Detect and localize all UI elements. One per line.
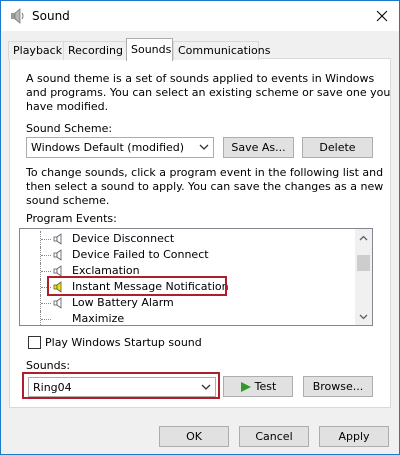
close-button[interactable]	[365, 1, 399, 31]
event-label: Device Disconnect	[72, 232, 175, 245]
ok-button[interactable]: OK	[159, 426, 229, 447]
scroll-up-button[interactable]	[355, 229, 372, 246]
speaker-icon	[52, 296, 66, 310]
window-title: Sound	[32, 9, 70, 23]
intro-text-line1: A sound theme is a set of sounds applied…	[26, 72, 375, 85]
tab-recording[interactable]: Recording	[63, 41, 127, 60]
chevron-up-icon	[359, 235, 368, 240]
list-item-instant-message-notification[interactable]: Instant Message Notification	[20, 279, 355, 295]
chevron-down-icon	[198, 142, 210, 152]
intro-text-line3: have modified.	[26, 100, 109, 113]
sound-scheme-label: Sound Scheme:	[26, 122, 113, 135]
sound-scheme-dropdown[interactable]: Windows Default (modified)	[26, 137, 214, 158]
tree-branch	[41, 319, 51, 320]
tree-branch	[41, 303, 51, 304]
speaker-icon	[52, 232, 66, 246]
tree-branch	[41, 287, 51, 288]
speaker-active-icon	[52, 280, 66, 294]
tab-playback[interactable]: Playback	[8, 41, 64, 60]
events-scrollbar[interactable]	[355, 229, 372, 325]
test-label: Test	[254, 380, 277, 393]
startup-sound-checkbox[interactable]	[28, 336, 41, 349]
event-label: Instant Message Notification	[72, 280, 229, 293]
program-events-label: Program Events:	[26, 212, 117, 225]
event-label: Exclamation	[72, 264, 140, 277]
list-item-maximize[interactable]: Maximize	[20, 311, 355, 325]
test-button[interactable]: Test	[223, 376, 293, 397]
tab-sounds[interactable]: Sounds	[126, 38, 173, 61]
browse-button[interactable]: Browse...	[303, 376, 373, 397]
tree-branch	[41, 255, 51, 256]
event-label: Low Battery Alarm	[72, 296, 174, 309]
change-text-line2: then select a sound to apply. You can sa…	[26, 180, 384, 193]
speaker-app-icon	[9, 7, 27, 25]
sound-scheme-value: Windows Default (modified)	[31, 141, 185, 154]
intro-text-line2: and programs. You can select an existing…	[26, 86, 391, 99]
list-item-low-battery-alarm[interactable]: Low Battery Alarm	[20, 295, 355, 311]
scroll-down-button[interactable]	[355, 308, 372, 325]
sound-file-dropdown[interactable]: Ring04	[28, 377, 216, 397]
tree-branch	[41, 271, 51, 272]
speaker-icon	[52, 248, 66, 262]
tree-branch	[41, 239, 51, 240]
chevron-down-icon	[359, 314, 368, 319]
scroll-thumb[interactable]	[357, 255, 370, 271]
list-item-device-disconnect[interactable]: Device Disconnect	[20, 231, 355, 247]
list-item-exclamation[interactable]: Exclamation	[20, 263, 355, 279]
play-icon	[240, 381, 251, 392]
sounds-label: Sounds:	[26, 359, 71, 372]
startup-sound-label[interactable]: Play Windows Startup sound	[45, 336, 202, 349]
speaker-icon	[52, 264, 66, 278]
sound-dialog: Sound Playback Recording Sounds Communic…	[0, 0, 400, 455]
chevron-down-icon	[200, 382, 212, 392]
change-text-line1: To change sounds, click a program event …	[26, 166, 384, 179]
close-icon	[376, 10, 388, 22]
sound-file-value: Ring04	[33, 381, 72, 394]
delete-button[interactable]: Delete	[302, 137, 373, 158]
save-as-button[interactable]: Save As...	[223, 137, 294, 158]
event-label: Maximize	[72, 312, 125, 325]
event-label: Device Failed to Connect	[72, 248, 209, 261]
apply-button[interactable]: Apply	[319, 426, 389, 447]
program-events-list[interactable]: Device Disconnect Device Failed to Conne…	[19, 228, 373, 326]
tab-communications[interactable]: Communications	[173, 41, 270, 60]
title-bar: Sound	[1, 1, 399, 31]
change-text-line3: sound scheme.	[26, 194, 110, 207]
list-item-device-failed[interactable]: Device Failed to Connect	[20, 247, 355, 263]
cancel-button[interactable]: Cancel	[239, 426, 309, 447]
